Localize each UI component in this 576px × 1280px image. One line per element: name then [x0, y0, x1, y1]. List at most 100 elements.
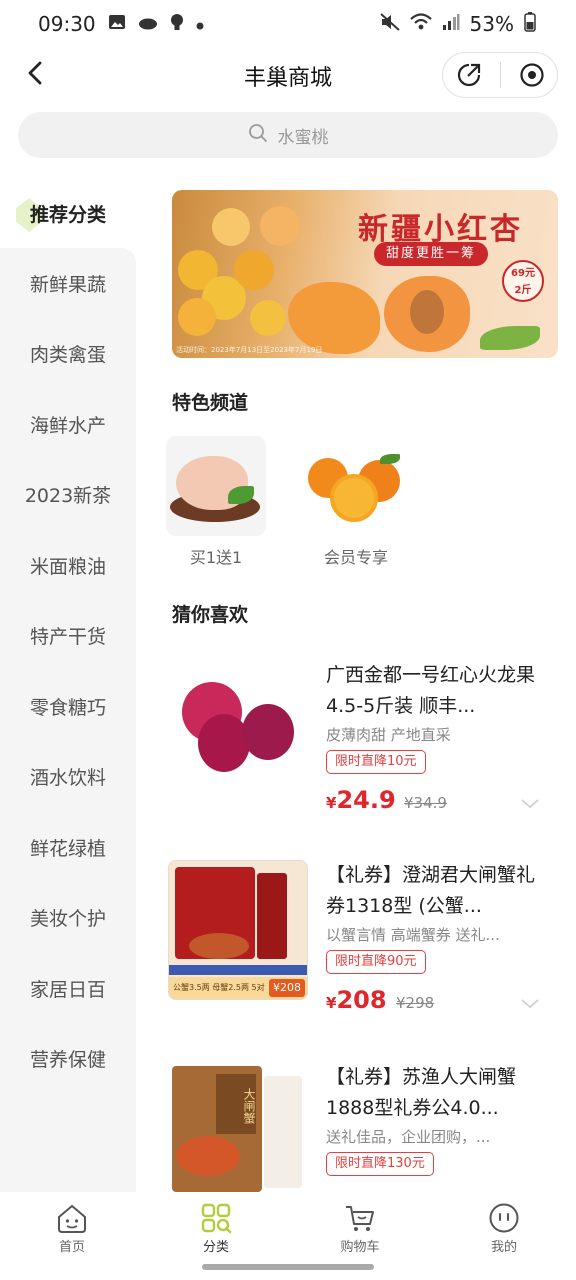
- apricot-icon: [212, 208, 250, 246]
- search-placeholder: 水蜜桃: [277, 127, 329, 148]
- orange-image: [306, 436, 406, 536]
- nav-bar: 丰巢商城: [0, 48, 576, 104]
- discount-tag: 限时直降10元: [326, 750, 426, 774]
- apricot-icon: [178, 298, 216, 336]
- dot-icon: [196, 15, 204, 34]
- banner-price-line1: 69元: [511, 268, 535, 279]
- channel-buy-one-get-one[interactable]: 买1送1: [166, 436, 266, 568]
- tab-profile[interactable]: 我的: [432, 1192, 576, 1262]
- product-desc: 皮薄肉甜 产地直采: [326, 726, 451, 744]
- apricot-icon: [234, 250, 274, 290]
- bottom-tab-bar: 首页 分类 购物车 我的: [0, 1192, 576, 1262]
- discount-tag: 限时直降90元: [326, 950, 426, 974]
- crab-giftbox-image: 大闸蟹: [168, 1062, 308, 1192]
- tab-category[interactable]: 分类: [144, 1192, 288, 1262]
- apricot-pit-icon: [410, 290, 444, 334]
- product-card[interactable]: 大闸蟹 【礼券】苏渔人大闸蟹1888型礼券公4.0... 送礼佳品，企业团购，.…: [168, 1062, 548, 1192]
- guess-title: 猜你喜欢: [172, 604, 249, 626]
- image-price: ¥208: [269, 979, 305, 997]
- profile-icon: [486, 1200, 522, 1236]
- share-icon[interactable]: [449, 55, 489, 95]
- featured-title: 特色频道: [172, 392, 249, 414]
- sidebar-item-meat-eggs[interactable]: 肉类禽蛋: [0, 318, 136, 388]
- mini-program-capsule: [442, 52, 558, 98]
- sidebar-item-fruits-vegetables[interactable]: 新鲜果蔬: [0, 248, 136, 318]
- product-price: ¥24.9: [326, 786, 396, 814]
- tab-cart[interactable]: 购物车: [288, 1192, 432, 1262]
- leaf-icon: [480, 326, 540, 350]
- search-input[interactable]: 水蜜桃: [18, 112, 558, 158]
- chevron-down-icon[interactable]: [520, 794, 540, 814]
- banner-subtitle: 甜度更胜一筹: [374, 242, 489, 266]
- product-card[interactable]: 公蟹3.5两 母蟹2.5两 5对 ¥208 【礼券】澄湖君大闸蟹礼券1318型 …: [168, 860, 548, 1030]
- banner-price-line2: 2斤: [514, 285, 532, 296]
- promo-banner[interactable]: 新疆小红杏 甜度更胜一筹 69元 2斤 活动时间：2023年7月13日至2023…: [172, 190, 558, 358]
- channel-label: 买1送1: [189, 548, 243, 567]
- sidebar-item-flowers[interactable]: 鲜花绿植: [0, 812, 136, 882]
- sidebar-item-label: 2023新茶: [24, 484, 112, 507]
- apricot-half-icon: [288, 282, 380, 354]
- sidebar-item-label: 海鲜水产: [29, 414, 106, 437]
- product-desc: 送礼佳品，企业团购，...: [326, 1128, 491, 1146]
- old-price: ¥34.9: [404, 794, 447, 812]
- status-time: 09:30: [38, 12, 96, 36]
- price-currency: ¥: [326, 994, 337, 1012]
- sidebar-item-label: 零食糖巧: [29, 696, 106, 719]
- price-currency: ¥: [326, 794, 337, 812]
- sidebar-item-label: 特产干货: [29, 625, 106, 648]
- apricot-icon: [250, 300, 286, 336]
- product-name: 【礼券】澄湖君大闸蟹礼券1318型 (公蟹...: [326, 864, 536, 917]
- channel-member-exclusive[interactable]: 会员专享: [306, 436, 406, 568]
- cloud-icon: [138, 15, 158, 34]
- sidebar-item-seafood[interactable]: 海鲜水产: [0, 389, 136, 459]
- tab-home[interactable]: 首页: [0, 1192, 144, 1262]
- sidebar-item-snacks[interactable]: 零食糖巧: [0, 671, 136, 741]
- product-price: ¥208: [326, 986, 387, 1014]
- discount-tag: 限时直降130元: [326, 1152, 434, 1176]
- sidebar-item-label: 鲜花绿植: [29, 837, 106, 860]
- sidebar-item-label: 营养保健: [29, 1048, 106, 1071]
- tab-label: 首页: [58, 1240, 85, 1255]
- sidebar-item-label: 美妆个护: [29, 907, 106, 930]
- status-bar: 09:30 53%: [0, 0, 576, 48]
- battery-icon: [524, 11, 536, 37]
- sidebar-item-new-tea[interactable]: 2023新茶: [0, 459, 136, 529]
- mute-icon: [379, 12, 400, 36]
- sidebar-item-recommended[interactable]: 推荐分类: [0, 178, 136, 248]
- bulb-icon: [170, 13, 184, 35]
- price-value: 208: [336, 986, 387, 1014]
- product-desc: 以蟹言情 高端蟹券 送礼...: [326, 926, 500, 944]
- product-card[interactable]: 广西金都一号红心火龙果4.5-5斤装 顺丰... 皮薄肉甜 产地直采 限时直降1…: [168, 660, 548, 830]
- sidebar-item-label: 肉类禽蛋: [29, 343, 106, 366]
- category-sidebar: 推荐分类 新鲜果蔬 肉类禽蛋 海鲜水产 2023新茶 米面粮油 特产干货 零食糖…: [0, 178, 136, 1193]
- product-name: 广西金都一号红心火龙果4.5-5斤装 顺丰...: [326, 664, 536, 717]
- tab-label: 购物车: [340, 1240, 380, 1255]
- chevron-down-icon[interactable]: [520, 994, 540, 1014]
- apricot-icon: [260, 206, 300, 246]
- sidebar-item-label: 家居日百: [29, 978, 106, 1001]
- sidebar-item-grain-oil[interactable]: 米面粮油: [0, 530, 136, 600]
- wifi-icon: [409, 12, 432, 36]
- dragon-fruit-image: [168, 660, 308, 800]
- sidebar-item-health[interactable]: 营养保健: [0, 1023, 136, 1093]
- search-icon: [248, 123, 268, 148]
- target-icon[interactable]: [512, 55, 552, 95]
- channel-label: 会员专享: [323, 548, 388, 567]
- old-price: ¥298: [396, 994, 435, 1012]
- chicken-image: [166, 436, 266, 536]
- banner-price-badge: 69元 2斤: [502, 260, 544, 302]
- sidebar-item-beauty[interactable]: 美妆个护: [0, 882, 136, 952]
- home-indicator[interactable]: [202, 1264, 374, 1270]
- sidebar-item-label: 新鲜果蔬: [29, 273, 106, 296]
- cart-icon: [342, 1200, 378, 1236]
- sidebar-item-home[interactable]: 家居日百: [0, 953, 136, 1023]
- signal-icon: [442, 12, 460, 36]
- sidebar-item-label: 酒水饮料: [29, 766, 106, 789]
- tab-label: 我的: [490, 1240, 517, 1255]
- sidebar-item-specialty[interactable]: 特产干货: [0, 600, 136, 670]
- image-text: 大闸蟹: [216, 1074, 256, 1134]
- sidebar-item-label: 米面粮油: [29, 555, 106, 578]
- battery-text: 53%: [469, 12, 514, 36]
- home-face-icon: [54, 1200, 90, 1236]
- sidebar-item-drinks[interactable]: 酒水饮料: [0, 741, 136, 811]
